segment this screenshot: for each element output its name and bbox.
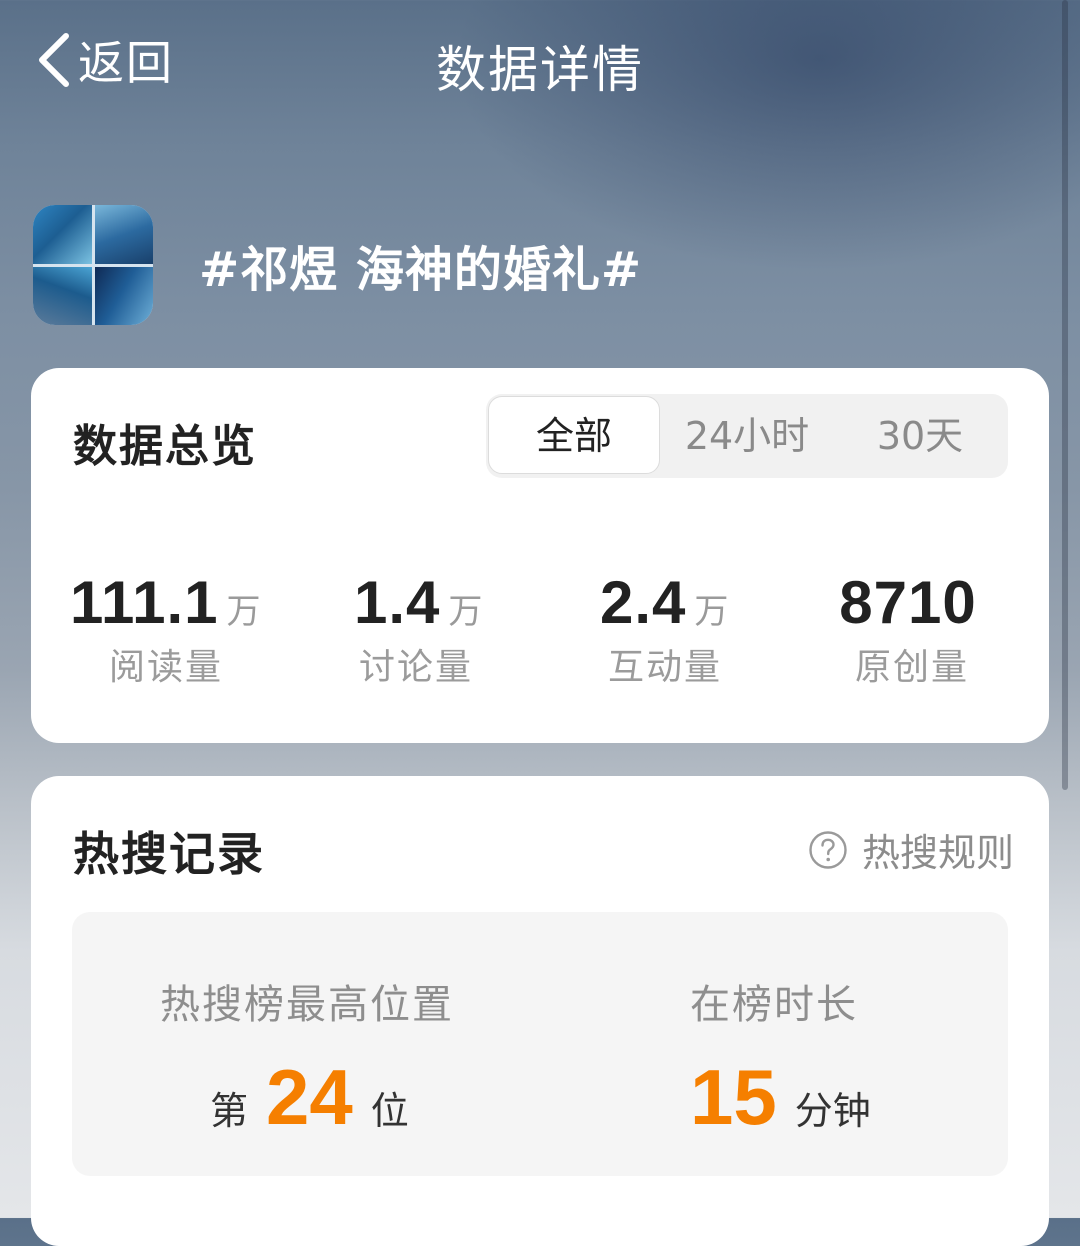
duration-minutes: 15 (690, 1053, 777, 1141)
duration-label: 在榜时长 (690, 982, 858, 1028)
stat-label: 讨论量 (358, 647, 473, 688)
time-range-segmented-control: 全部 24小时 30天 (486, 394, 1008, 478)
peak-prefix: 第 (210, 1089, 249, 1133)
tab-all[interactable]: 全部 (488, 396, 660, 474)
stat-interactions: 2.4 万 (600, 568, 780, 637)
app-header: 返回 数据详情 (0, 0, 1080, 120)
thumbnail-tile (33, 266, 92, 325)
stat-label: 阅读量 (108, 647, 223, 688)
stat-unit: 万 (694, 592, 729, 632)
tab-24h[interactable]: 24小时 (660, 394, 834, 478)
stat-reads: 111.1 万 (70, 568, 270, 637)
stat-label: 原创量 (854, 647, 969, 688)
thumbnail-tile (33, 205, 92, 264)
thumbnail-tile (94, 266, 153, 325)
topic-thumbnail (33, 205, 153, 325)
peak-position-value: 第 24 位 (210, 1052, 409, 1143)
scrollbar[interactable] (1062, 0, 1068, 790)
rules-label: 热搜规则 (862, 831, 1015, 875)
duration-value: 15 分钟 (690, 1052, 871, 1143)
hot-search-rules-link[interactable]: 热搜规则 (808, 822, 1014, 877)
stat-unit: 万 (448, 592, 483, 632)
peak-position-label: 热搜榜最高位置 (160, 982, 454, 1028)
stat-unit: 万 (226, 592, 261, 632)
hot-search-title: 热搜记录 (73, 827, 265, 881)
stat-label: 互动量 (607, 647, 722, 688)
stat-value: 1.4 (354, 569, 441, 636)
page-title: 数据详情 (436, 41, 644, 99)
tab-30d[interactable]: 30天 (834, 394, 1006, 478)
duration-unit: 分钟 (794, 1089, 871, 1133)
stat-originals: 8710 (812, 568, 1012, 637)
stat-value: 2.4 (600, 569, 687, 636)
stat-value: 111.1 (70, 569, 219, 636)
stat-discussions: 1.4 万 (354, 568, 534, 637)
stat-value: 8710 (839, 569, 977, 636)
peak-suffix: 位 (370, 1089, 409, 1133)
topic-header: #祁煜 海神的婚礼# (33, 204, 642, 326)
question-circle-icon (809, 830, 847, 869)
thumbnail-tile (94, 205, 153, 264)
topic-name: #祁煜 海神的婚礼# (199, 242, 643, 298)
peak-rank: 24 (266, 1053, 353, 1141)
overview-title: 数据总览 (73, 421, 257, 472)
